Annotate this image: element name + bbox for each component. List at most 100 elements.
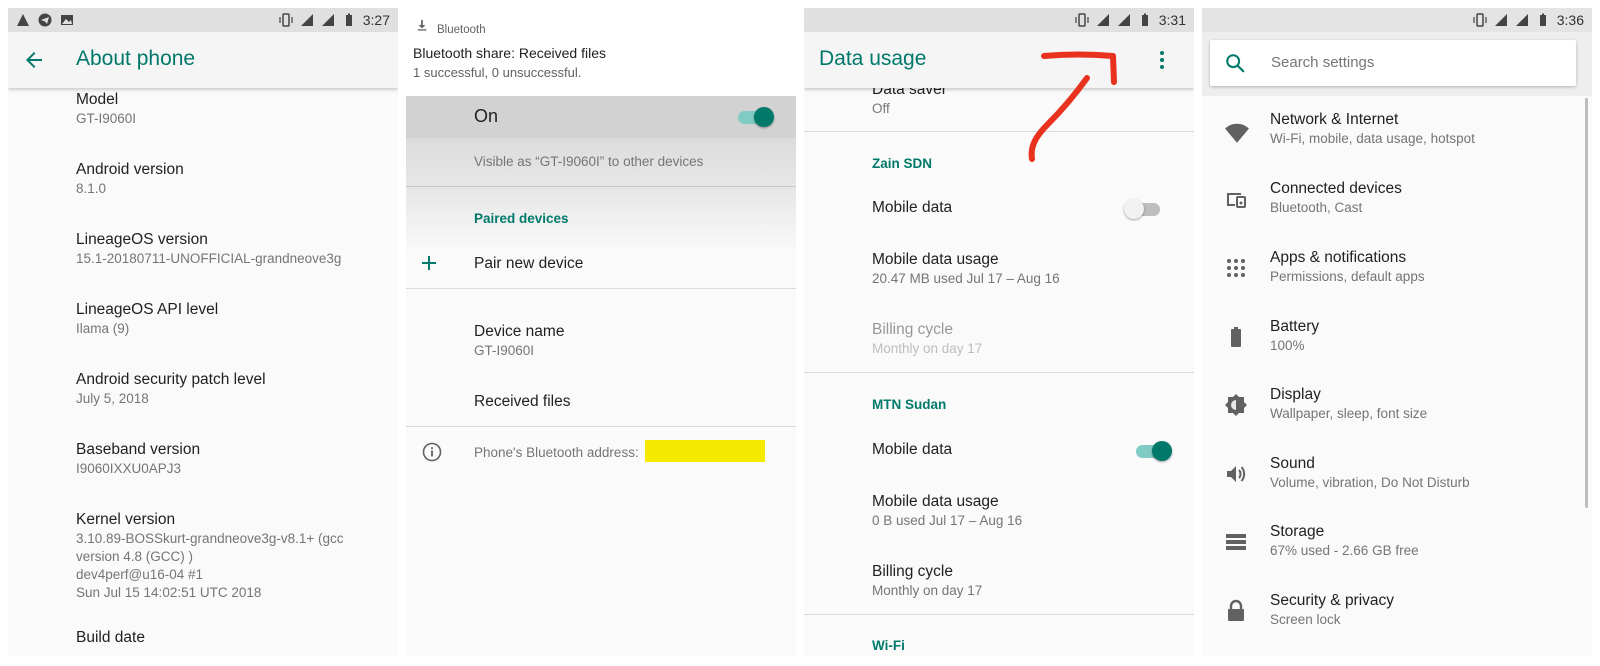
list-item-android-version[interactable]: Android version 8.1.0	[76, 160, 386, 198]
redacted-highlight	[645, 440, 765, 462]
billing-label: Billing cycle	[872, 321, 953, 338]
device-name-label: Device name	[474, 323, 565, 340]
notification-app-name: Bluetooth	[437, 24, 486, 36]
pair-new-device-item[interactable]: Pair new device	[406, 246, 796, 288]
notification-text: 1 successful, 0 unsuccessful.	[413, 65, 582, 80]
list-item-lineageos-api-level[interactable]: LineageOS API level Ilama (9)	[76, 300, 386, 338]
list-item-build-date[interactable]: Build date	[76, 628, 386, 648]
bluetooth-address-label: Phone's Bluetooth address:	[474, 445, 639, 460]
item-subtitle: Bluetooth, Cast	[1270, 200, 1363, 215]
list-item-kernel-version[interactable]: Kernel version 3.10.89-BOSSkurt-grandneo…	[76, 510, 394, 602]
list-item-security-patch-level[interactable]: Android security patch level July 5, 201…	[76, 370, 386, 408]
sim1-mobile-data-item[interactable]: Mobile data	[804, 196, 1194, 226]
list-item-model[interactable]: Model GT-I9060I	[76, 90, 386, 128]
usage-value: 0 B used Jul 17 – Aug 16	[872, 513, 1023, 528]
search-placeholder: Search settings	[1271, 54, 1375, 71]
item-title: Storage	[1270, 523, 1325, 540]
list-item-baseband-version[interactable]: Baseband version I9060IXXU0APJ3	[76, 440, 386, 478]
paired-devices-section: Paired devices	[406, 187, 796, 253]
lock-icon	[1228, 599, 1244, 621]
bluetooth-on-label: On	[474, 106, 499, 126]
wifi-header: Wi-Fi	[872, 638, 905, 653]
sim1-usage-item[interactable]: Mobile data usage 20.47 MB used Jul 17 –…	[872, 250, 1182, 288]
vibrate-icon	[1473, 13, 1487, 27]
device-name-value: GT-I9060I	[474, 343, 535, 358]
divider	[804, 372, 1194, 373]
back-arrow-icon[interactable]	[22, 48, 46, 72]
usage-value: 20.47 MB used Jul 17 – Aug 16	[872, 271, 1060, 286]
item-title: Network & Internet	[1270, 111, 1399, 128]
sim2-billing-item[interactable]: Billing cycle Monthly on day 17	[872, 562, 1182, 600]
item-subtitle: Wi-Fi, mobile, data usage, hotspot	[1270, 131, 1475, 146]
search-icon	[1226, 54, 1245, 73]
settings-item-network[interactable]: Network & Internet Wi-Fi, mobile, data u…	[1202, 110, 1592, 164]
divider	[406, 288, 796, 289]
telegram-icon	[38, 13, 52, 27]
list-item-lineageos-version[interactable]: LineageOS version 15.1-20180711-UNOFFICI…	[76, 230, 394, 268]
item-label: LineageOS version	[76, 231, 208, 248]
item-value: 8.1.0	[76, 181, 107, 196]
notification-title: Bluetooth share: Received files	[413, 45, 606, 61]
sim2-header: MTN Sudan	[872, 397, 947, 412]
item-title: Connected devices	[1270, 180, 1402, 197]
sim2-usage-item[interactable]: Mobile data usage 0 B used Jul 17 – Aug …	[872, 492, 1182, 530]
battery-status-icon	[1539, 13, 1546, 26]
bluetooth-address-row: Phone's Bluetooth address:	[406, 438, 796, 468]
page-title: About phone	[76, 47, 196, 70]
bluetooth-on-bar[interactable]: On	[406, 96, 796, 138]
signal-icon	[1494, 14, 1507, 26]
item-label: Kernel version	[76, 511, 176, 528]
item-label: Android version	[76, 161, 184, 178]
signal-icon	[321, 14, 334, 26]
billing-value: Monthly on day 17	[872, 583, 983, 598]
item-subtitle: Permissions, default apps	[1270, 269, 1425, 284]
download-icon	[417, 19, 427, 31]
item-subtitle: Wallpaper, sleep, font size	[1270, 406, 1428, 421]
item-title: Apps & notifications	[1270, 249, 1407, 266]
app-bar: About phone	[8, 32, 398, 88]
scrollbar[interactable]	[1585, 98, 1588, 508]
sim1-billing-item: Billing cycle Monthly on day 17	[872, 320, 1182, 358]
status-time: 3:27	[362, 12, 390, 28]
item-label: LineageOS API level	[76, 301, 219, 318]
device-name-item[interactable]: Device name GT-I9060I	[474, 322, 774, 360]
settings-item-sound[interactable]: Sound Volume, vibration, Do Not Disturb	[1202, 454, 1592, 508]
item-label: Build date	[76, 629, 145, 646]
settings-item-storage[interactable]: Storage 67% used - 2.66 GB free	[1202, 522, 1592, 576]
item-value-line: 3.10.89-BOSSkurt-grandneove3g-v8.1+ (gcc	[76, 531, 344, 546]
settings-item-apps[interactable]: Apps & notifications Permissions, defaul…	[1202, 248, 1592, 302]
item-label: Android security patch level	[76, 371, 266, 388]
divider	[804, 614, 1194, 615]
storage-icon	[1226, 534, 1246, 550]
pair-new-device-label: Pair new device	[474, 255, 584, 272]
search-bar[interactable]: Search settings	[1210, 40, 1576, 86]
apps-icon	[1227, 259, 1245, 277]
settings-item-security[interactable]: Security & privacy Screen lock	[1202, 591, 1592, 645]
item-value: Ilama (9)	[76, 321, 130, 336]
sim2-mobile-data-toggle[interactable]	[1134, 441, 1172, 461]
data-usage-screen: 3:31 Data usage Data saver Off Zain SDN …	[804, 8, 1194, 656]
battery-status-icon	[345, 13, 352, 26]
signal-icon	[300, 14, 313, 26]
item-title: Battery	[1270, 318, 1320, 335]
settings-item-display[interactable]: Display Wallpaper, sleep, font size	[1202, 385, 1592, 439]
notification-card[interactable]: Bluetooth Bluetooth share: Received file…	[406, 8, 796, 96]
bluetooth-toggle[interactable]	[736, 107, 774, 127]
info-icon	[422, 442, 442, 462]
visibility-text: Visible as “GT-I9060I” to other devices	[474, 154, 704, 169]
status-bar: 3:27	[8, 8, 398, 32]
received-files-item[interactable]: Received files	[474, 392, 774, 412]
image-icon	[61, 15, 73, 25]
add-icon	[422, 256, 436, 270]
item-value: GT-I9060I	[76, 111, 137, 126]
item-subtitle: 100%	[1270, 338, 1305, 353]
settings-item-battery[interactable]: Battery 100%	[1202, 317, 1592, 371]
sim1-mobile-data-toggle[interactable]	[1124, 199, 1162, 219]
item-value-line: Sun Jul 15 14:02:51 UTC 2018	[76, 585, 262, 600]
settings-item-connected-devices[interactable]: Connected devices Bluetooth, Cast	[1202, 179, 1592, 233]
sim2-mobile-data-item[interactable]: Mobile data	[804, 438, 1194, 468]
item-title: Display	[1270, 386, 1321, 403]
billing-value: Monthly on day 17	[872, 341, 983, 356]
volume-icon	[1227, 466, 1246, 482]
visibility-row: Visible as “GT-I9060I” to other devices	[406, 138, 796, 186]
